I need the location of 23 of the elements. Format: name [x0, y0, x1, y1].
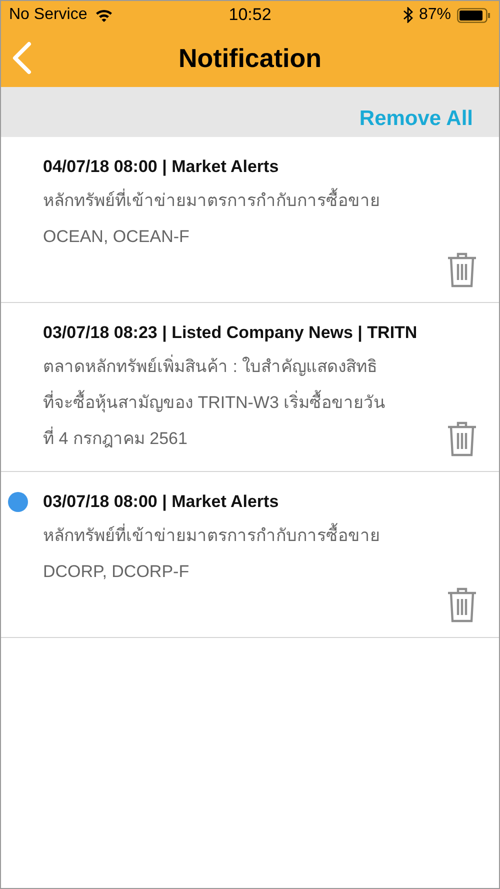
- notification-text: OCEAN, OCEAN-F: [43, 226, 190, 248]
- notification-title: 03/07/18 08:23 | Listed Company News | TRITN: [43, 323, 418, 343]
- notification-text: หลักทรัพย์ที่เข้าข่ายมาตรการกำกับการซื้อขาย: [43, 183, 435, 219]
- notification-item[interactable]: 03/07/18 08:23 | Listed Company News | TRITN ตลาดหลักทรัพย์เพิ่มสินค้า : ใบสำคัญแสดงสิทธิ ที่จะซื้อหุ้นสามัญของ TRITN-W3 เริ่มซื้อขายวัน ที่ 4 กรกฎาคม 2561: [1, 303, 499, 472]
- notification-item[interactable]: 04/07/18 08:00 | Market Alerts หลักทรัพย์ที่เข้าข่ายมาตรการกำกับการซื้อขาย OCEAN, OCEAN-F: [1, 137, 499, 303]
- notification-title: 03/07/18 08:00 | Market Alerts: [43, 492, 280, 512]
- delete-icon[interactable]: [447, 252, 477, 288]
- notification-text: ที่ 4 กรกฎาคม 2561: [43, 421, 435, 457]
- bluetooth-icon: [402, 7, 413, 23]
- clock-text: 10:52: [228, 5, 272, 25]
- notification-text: หลักทรัพย์ที่เข้าข่ายมาตรการกำกับการซื้อขาย: [43, 518, 435, 554]
- battery-icon: [457, 8, 492, 22]
- delete-icon[interactable]: [447, 421, 477, 457]
- notification-text: ที่จะซื้อหุ้นสามัญของ TRITN-W3 เริ่มซื้อขายวัน: [43, 385, 435, 421]
- battery-percent: 87%: [418, 6, 452, 24]
- carrier-text: No Service: [9, 6, 88, 24]
- notification-title: 04/07/18 08:00 | Market Alerts: [43, 157, 280, 177]
- screen-title: Notification: [178, 42, 322, 74]
- notification-item[interactable]: 03/07/18 08:00 | Market Alerts หลักทรัพย์ที่เข้าข่ายมาตรการกำกับการซื้อขาย DCORP, DCORP-F: [1, 472, 499, 638]
- notification-text: ตลาดหลักทรัพย์เพิ่มสินค้า : ใบสำคัญแสดงสิทธิ: [43, 349, 435, 385]
- wifi-icon: [95, 8, 114, 22]
- notification-text: DCORP, DCORP-F: [43, 561, 190, 583]
- delete-icon[interactable]: [447, 587, 477, 623]
